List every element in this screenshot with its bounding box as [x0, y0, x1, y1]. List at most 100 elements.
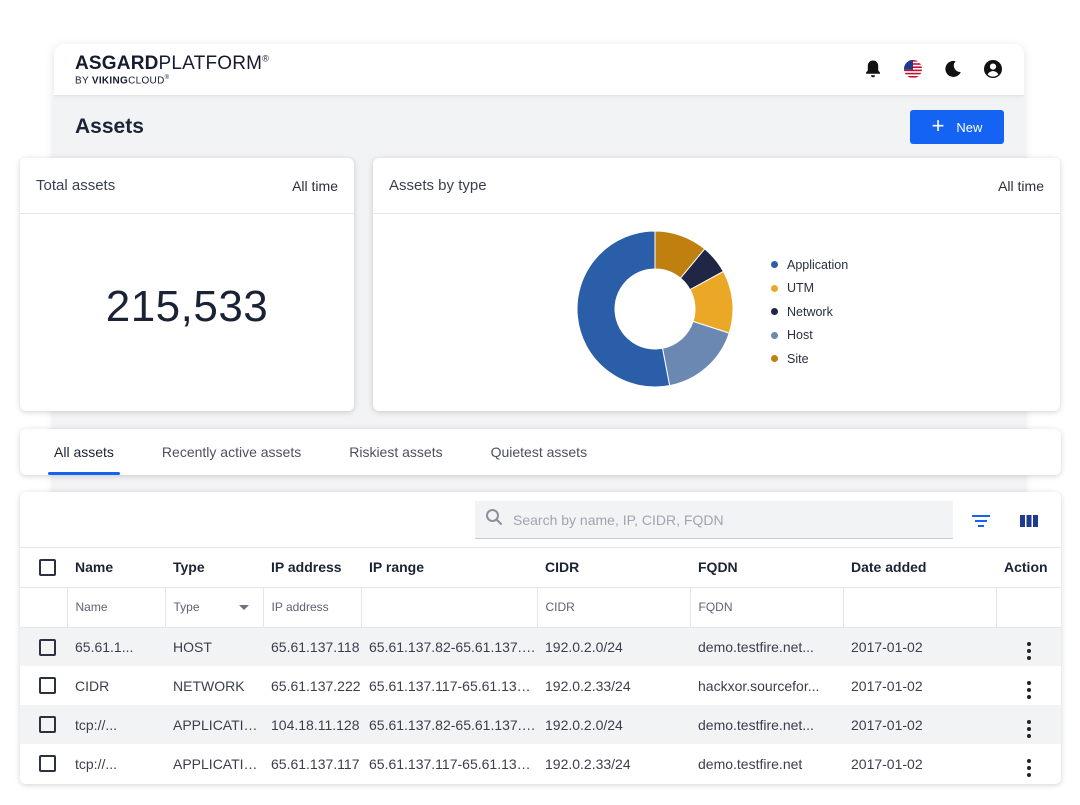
- time-range-selector[interactable]: All time: [292, 178, 338, 194]
- legend-item-utm[interactable]: UTM: [771, 277, 848, 301]
- row-select-cell: [20, 627, 67, 666]
- table-filter-row: Name Type IP address CIDR FQDN: [20, 587, 1061, 628]
- chart-legend: Application UTM Network Host Site: [771, 253, 848, 371]
- columns-icon[interactable]: [1018, 510, 1040, 532]
- moon-icon[interactable]: [942, 58, 964, 80]
- cell-date-added: 2017-01-02: [843, 705, 996, 744]
- table-row[interactable]: tcp://... APPLICATION 65.61.137.117 65.61.1…: [20, 744, 1061, 783]
- cell-fqdn: hackxor.sourcefor...: [698, 677, 820, 694]
- assets-by-type-card: Assets by type All time Application UTM Ne…: [373, 158, 1060, 411]
- donut-chart: [576, 230, 734, 388]
- select-all-cell: [20, 548, 67, 588]
- us-flag-icon[interactable]: [902, 58, 924, 80]
- cell-date-added: 2017-01-02: [851, 677, 923, 694]
- cell-name: CIDR: [75, 677, 110, 694]
- select-all-checkbox[interactable]: [39, 559, 56, 577]
- cell-name: tcp://...: [75, 755, 118, 772]
- row-select-cell: [20, 666, 67, 705]
- cell-cidr: 192.0.2.33/24: [545, 755, 631, 772]
- app-header: ASGARDPLATFORM® BY VIKINGCLOUD®: [54, 44, 1024, 96]
- cell-date-added: 2017-01-02: [851, 755, 923, 772]
- more-options-icon[interactable]: [1026, 759, 1031, 777]
- cell-date-added: 2017-01-02: [843, 627, 996, 666]
- filter-icon[interactable]: [970, 510, 992, 532]
- cell-cidr: 192.0.2.0/24: [537, 705, 690, 744]
- column-header-date-added[interactable]: Date added: [843, 548, 996, 588]
- registered-mark: ®: [262, 53, 270, 64]
- logo-wordmark: ASGARDPLATFORM®: [75, 54, 269, 73]
- column-header-type[interactable]: Type: [165, 548, 263, 588]
- cell-fqdn: demo.testfire.net...: [690, 705, 843, 744]
- type-filter-select[interactable]: Type: [174, 600, 263, 614]
- cell-action: [996, 627, 1061, 666]
- assets-table-card: NameTypeIP addressIP rangeCIDRFQDNDate a…: [20, 492, 1061, 784]
- cell-action: [996, 666, 1061, 705]
- column-header-ip-range[interactable]: IP range: [361, 548, 537, 588]
- more-options-icon[interactable]: [1026, 720, 1031, 738]
- cell-name: 65.61.1...: [67, 627, 165, 666]
- donut-slice-host[interactable]: [661, 320, 730, 387]
- page-title: Assets: [75, 115, 144, 138]
- assets-table: Name Type IP address IP range CIDR FQDN Date a…: [20, 548, 1061, 783]
- table-toolbar: [20, 492, 1061, 548]
- tab-quietest-assets[interactable]: Quietest assets: [471, 429, 608, 475]
- cell-ip-address: 65.61.137.118: [263, 627, 361, 666]
- row-checkbox[interactable]: [39, 716, 56, 734]
- legend-item-host[interactable]: Host: [771, 324, 848, 348]
- column-header-cidr[interactable]: CIDR: [537, 548, 690, 588]
- search-icon: [485, 508, 503, 531]
- row-select-cell: [20, 705, 67, 744]
- legend-label: UTM: [787, 281, 815, 296]
- donut-chart-svg: [576, 230, 734, 388]
- asgard-platform-logo[interactable]: ASGARDPLATFORM® BY VIKINGCLOUD®: [75, 54, 269, 86]
- row-checkbox[interactable]: [39, 755, 56, 773]
- cell-ip-range: 65.61.137.82-65.61.137.99: [361, 705, 537, 744]
- search-input[interactable]: [513, 511, 933, 528]
- more-options-icon[interactable]: [1026, 681, 1031, 699]
- new-asset-button[interactable]: + New: [910, 110, 1004, 144]
- column-header-fqdn[interactable]: FQDN: [690, 548, 843, 588]
- tab-riskiest-assets[interactable]: Riskiest assets: [329, 429, 462, 475]
- logo-viking: VIKING: [91, 75, 129, 87]
- row-checkbox[interactable]: [39, 638, 56, 656]
- filter-input-name[interactable]: Name: [67, 587, 166, 628]
- card-title: Assets by type: [389, 177, 487, 194]
- row-select-cell: [20, 744, 67, 783]
- time-range-selector[interactable]: All time: [998, 178, 1044, 194]
- filter-empty-date-added: [843, 587, 997, 628]
- cell-ip-range: 65.61.137.117-65.61.137.118: [369, 755, 537, 772]
- legend-swatch: [771, 331, 778, 339]
- filter-empty-action: [996, 587, 1061, 628]
- cell-action: [996, 705, 1061, 744]
- more-options-icon[interactable]: [1026, 642, 1031, 661]
- legend-label: Network: [787, 304, 833, 319]
- legend-item-site[interactable]: Site: [771, 347, 848, 371]
- cell-type: HOST: [165, 627, 263, 666]
- legend-item-network[interactable]: Network: [771, 300, 848, 324]
- account-icon[interactable]: [982, 58, 1004, 80]
- table-row[interactable]: CIDR NETWORK 65.61.137.222 65.61.137.117-65…: [20, 666, 1061, 705]
- filter-input-cidr[interactable]: CIDR: [537, 587, 691, 628]
- bell-icon[interactable]: [862, 58, 884, 80]
- table-row[interactable]: tcp://... APPLICATION 104.18.11.128 65.61.1…: [20, 705, 1061, 744]
- legend-label: Site: [787, 351, 809, 366]
- column-header-action[interactable]: Action: [996, 548, 1061, 588]
- legend-swatch: [771, 261, 778, 269]
- cell-fqdn: demo.testfire.net: [698, 755, 803, 772]
- tab-recently-active-assets[interactable]: Recently active assets: [142, 429, 321, 475]
- table-row[interactable]: 65.61.1... HOST 65.61.137.118 65.61.137.82-…: [20, 627, 1061, 666]
- column-header-ip-address[interactable]: IP address: [263, 548, 361, 588]
- card-title: Total assets: [36, 177, 116, 194]
- filter-input-fqdn[interactable]: FQDN: [690, 587, 844, 628]
- tabs: All assets Recently active assets Riskiest…: [20, 429, 1061, 475]
- cell-type: APPLICATION: [165, 705, 263, 744]
- cell-cidr: 192.0.2.0/24: [537, 627, 690, 666]
- filter-empty-ip-range: [361, 587, 538, 628]
- row-checkbox[interactable]: [39, 677, 56, 695]
- tab-all-assets[interactable]: All assets: [34, 429, 134, 475]
- filter-input-ip-address[interactable]: IP address: [263, 587, 362, 628]
- legend-item-application[interactable]: Application: [771, 253, 848, 277]
- column-header-name[interactable]: Name: [67, 548, 165, 588]
- plus-icon: +: [931, 113, 945, 138]
- cell-type: NETWORK: [173, 677, 245, 694]
